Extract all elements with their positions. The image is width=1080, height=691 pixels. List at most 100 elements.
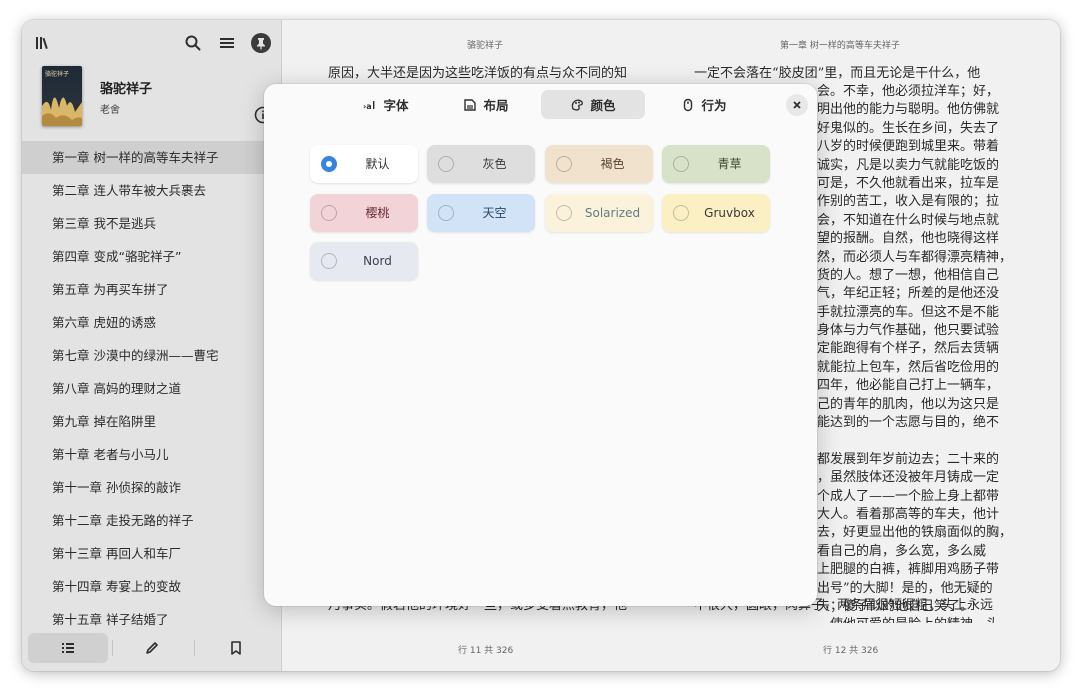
font-icon: ›a bbox=[363, 98, 377, 112]
text-line: 手就拉漂亮的车。但这不是不能 bbox=[817, 304, 1000, 320]
radio-unselected[interactable] bbox=[438, 156, 454, 172]
toc-item[interactable]: 第三章 我不是逃兵 bbox=[22, 207, 282, 240]
text-line: 明出他的能力与聪明。他仿佛就 bbox=[817, 102, 1000, 118]
toc-item[interactable]: 第十三章 再回人和车厂 bbox=[22, 537, 282, 570]
text-line: 好鬼似的。生长在乡间，失去了 bbox=[817, 120, 1000, 136]
toc-item[interactable]: 第十二章 走投无路的祥子 bbox=[22, 504, 282, 537]
right-page-header: 第一章 树一样的高等车夫祥子 bbox=[780, 41, 900, 51]
theme-swatch[interactable]: Nord bbox=[310, 242, 418, 280]
close-button[interactable] bbox=[786, 94, 808, 116]
hamburger-menu-icon[interactable] bbox=[216, 32, 238, 54]
theme-swatch[interactable]: 天空 bbox=[427, 194, 535, 232]
table-of-contents: 第一章 树一样的高等车夫祥子 第二章 连人带车被大兵裹去 第三章 我不是逃兵 第四章 … bbox=[22, 141, 282, 631]
text-line: 诚实，凡是以卖力气就能吃饭的 bbox=[817, 157, 1000, 173]
mouse-icon bbox=[681, 98, 695, 112]
bookmark-icon[interactable] bbox=[196, 633, 276, 663]
contents-list-icon[interactable] bbox=[28, 633, 108, 663]
text-line: 己的青年的肌肉，他以为这只是 bbox=[817, 396, 1000, 412]
text-line: 可是，不久他就看出来，拉车是 bbox=[817, 175, 1000, 191]
tab-behavior-label: 行为 bbox=[701, 98, 727, 113]
theme-swatch-label: Solarized bbox=[584, 206, 641, 220]
tab-layout-label: 布局 bbox=[483, 98, 509, 113]
theme-swatch[interactable]: 樱桃 bbox=[310, 194, 418, 232]
toc-item[interactable]: 第七章 沙漠中的绿洲——曹宅 bbox=[22, 339, 282, 372]
theme-swatch-label: 青草 bbox=[717, 157, 742, 171]
toc-item[interactable]: 第五章 为再买车拼了 bbox=[22, 273, 282, 306]
book-title: 骆驼祥子 bbox=[100, 82, 153, 97]
text-line: 货的人。想了一想，他相信自己 bbox=[817, 267, 1000, 283]
settings-tabs: ›a 字体 布局 颜色 行为 bbox=[264, 84, 817, 126]
text-line: 都发展到年岁前边去；二十来的 bbox=[817, 451, 1000, 467]
radio-selected[interactable] bbox=[321, 156, 337, 172]
theme-swatch[interactable]: Gruvbox bbox=[662, 194, 770, 232]
sidebar-header bbox=[22, 20, 282, 66]
close-icon bbox=[793, 101, 801, 109]
toc-item[interactable]: 第八章 高妈的理财之道 bbox=[22, 372, 282, 405]
toc-item[interactable]: 第九章 掉在陷阱里 bbox=[22, 405, 282, 438]
tab-font[interactable]: ›a 字体 bbox=[344, 90, 428, 119]
tab-layout[interactable]: 布局 bbox=[444, 90, 528, 119]
theme-swatch-label: 默认 bbox=[365, 157, 390, 171]
tab-color[interactable]: 颜色 bbox=[541, 90, 645, 119]
book-cover: 骆驼祥子 bbox=[42, 66, 82, 126]
text-line: 八岁的时候便跑到城里来。带着 bbox=[817, 139, 1000, 155]
theme-swatch-label: 樱桃 bbox=[365, 206, 390, 220]
text-line: 看自己的肩，多么宽，多么威 bbox=[817, 543, 987, 559]
radio-unselected[interactable] bbox=[438, 205, 454, 221]
radio-unselected[interactable] bbox=[673, 205, 689, 221]
tab-behavior[interactable]: 行为 bbox=[662, 90, 746, 119]
text-line: 会，不知道在什么时候与地点就 bbox=[817, 212, 1000, 228]
text-line: ，虽然肢体还没被年月铸成一定 bbox=[817, 470, 1000, 486]
radio-unselected[interactable] bbox=[556, 205, 572, 221]
theme-swatch-label: 天空 bbox=[482, 206, 507, 220]
text-line: 四年，他必能自己打上一辆车， bbox=[817, 378, 1000, 394]
text-line: 然，而必须人与车都得漂亮精神， bbox=[817, 249, 1013, 265]
sidebar: 骆驼祥子 骆驼祥子 老舍 第一章 树一样的高等车夫祥子 第二章 连人带车被大兵裹去… bbox=[22, 20, 282, 671]
right-page-text: 会。不幸，他必须拉洋车；好， 明出他的能力与聪明。他仿佛就 好鬼似的。生长在乡间，失… bbox=[817, 83, 1057, 623]
left-page-footer: 行 11 共 326 bbox=[458, 646, 514, 656]
text-line: 会。不幸，他必须拉洋车；好， bbox=[817, 84, 1000, 99]
layout-icon bbox=[463, 98, 477, 112]
theme-swatch-label: Nord bbox=[363, 254, 392, 268]
text-line: 个成人了——一个脸上身上都带 bbox=[817, 488, 1000, 504]
text-line: 能达到的一个志愿与目的，绝不 bbox=[817, 415, 1000, 431]
theme-swatch-label: 褐色 bbox=[600, 157, 625, 171]
toc-item[interactable]: 第六章 虎妞的诱惑 bbox=[22, 306, 282, 339]
left-page-header: 骆驼祥子 bbox=[467, 41, 504, 51]
radio-unselected[interactable] bbox=[321, 253, 337, 269]
book-info: 骆驼祥子 骆驼祥子 老舍 bbox=[22, 66, 282, 136]
toc-item[interactable]: 第十五章 祥子结婚了 bbox=[22, 603, 282, 631]
toc-item[interactable]: 第十一章 孙侦探的敲诈 bbox=[22, 471, 282, 504]
annotation-pencil-icon[interactable] bbox=[112, 633, 192, 663]
theme-swatch-label: Gruvbox bbox=[704, 206, 755, 220]
radio-unselected[interactable] bbox=[321, 205, 337, 221]
toc-item[interactable]: 第二章 连人带车被大兵裹去 bbox=[22, 174, 282, 207]
text-line: 定能跑得有个样子，然后去赁辆 bbox=[817, 341, 1000, 357]
sidebar-footer bbox=[28, 633, 276, 663]
toc-item[interactable]: 第十章 老者与小马儿 bbox=[22, 438, 282, 471]
theme-swatch[interactable]: Solarized bbox=[545, 194, 653, 232]
text-line: 就能拉上包车，然后省吃俭用的 bbox=[817, 359, 1000, 375]
text-line: 作别的苦工，收入是有限的；拉 bbox=[817, 194, 1000, 210]
radio-unselected[interactable] bbox=[556, 156, 572, 172]
toc-item[interactable]: 第十四章 寿宴上的变故 bbox=[22, 570, 282, 603]
theme-swatch[interactable]: 默认 bbox=[310, 145, 418, 183]
tab-font-label: 字体 bbox=[383, 98, 409, 113]
theme-swatch[interactable]: 青草 bbox=[662, 145, 770, 183]
toc-item[interactable]: 第一章 树一样的高等车夫祥子 bbox=[22, 141, 282, 174]
toc-item[interactable]: 第四章 变成“骆驼祥子” bbox=[22, 240, 282, 273]
radio-unselected[interactable] bbox=[673, 156, 689, 172]
pin-icon[interactable] bbox=[250, 32, 272, 54]
right-page-footer: 行 12 共 326 bbox=[823, 646, 879, 656]
text-line: 气，年纪正轻；所差的是他还没 bbox=[817, 286, 1000, 302]
theme-swatch-label: 灰色 bbox=[482, 157, 507, 171]
search-icon[interactable] bbox=[182, 32, 204, 54]
theme-swatch[interactable]: 灰色 bbox=[427, 145, 535, 183]
text-line: 去，好更显出他的铁扇面似的胸， bbox=[817, 525, 1013, 541]
footer-divider bbox=[194, 640, 195, 656]
text-line: ，使他可爱的是脸上的精神。头 bbox=[817, 616, 1057, 623]
library-icon[interactable] bbox=[32, 32, 54, 54]
tab-color-label: 颜色 bbox=[590, 98, 616, 113]
text-line: 大人。看着那高等的车夫，他计 bbox=[817, 506, 1000, 522]
theme-swatch[interactable]: 褐色 bbox=[545, 145, 653, 183]
